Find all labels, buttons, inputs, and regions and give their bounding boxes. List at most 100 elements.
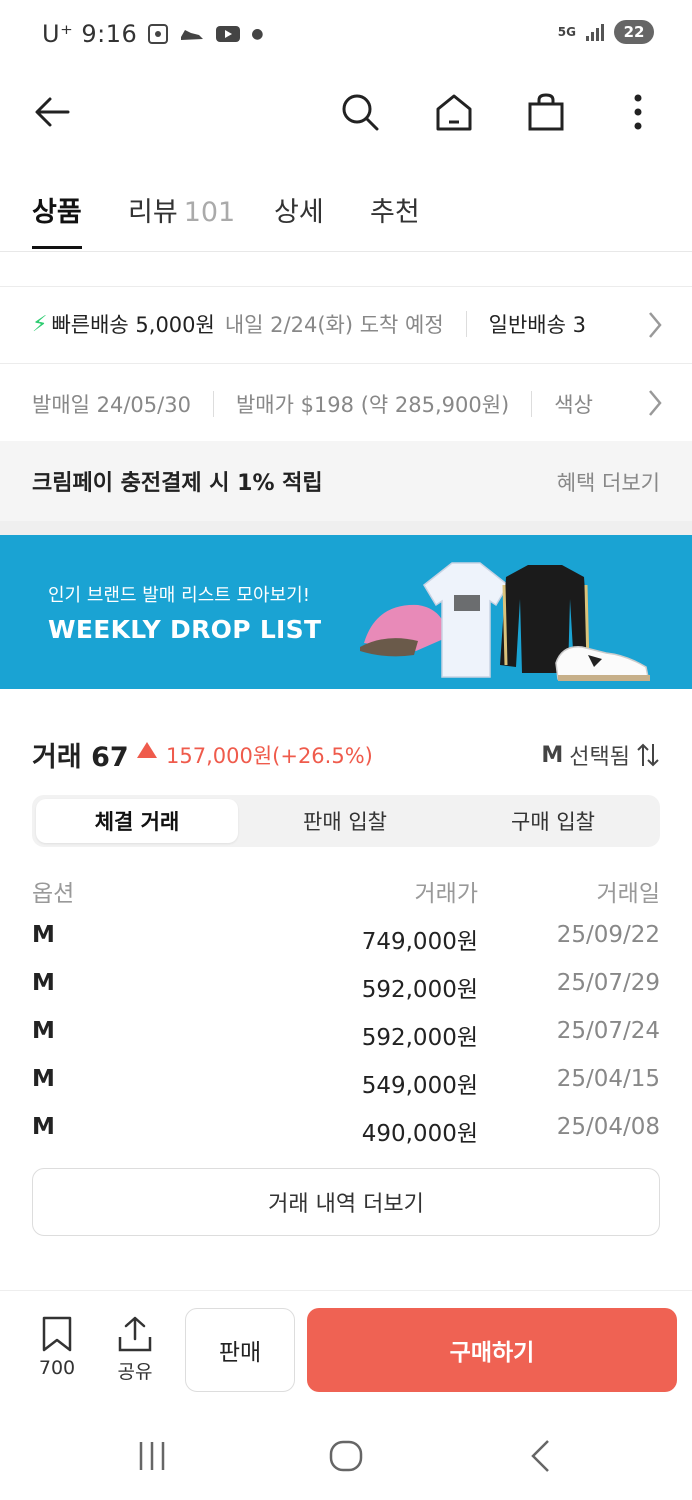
row-price: 549,000원 bbox=[361, 1073, 478, 1099]
tab-product[interactable]: 상품 bbox=[32, 190, 82, 249]
price-change: 157,000원(+26.5%) bbox=[166, 744, 373, 768]
segment-buy-bids[interactable]: 구매 입찰 bbox=[452, 799, 654, 843]
arrow-left-icon bbox=[35, 97, 70, 127]
row-option: M bbox=[32, 1066, 55, 1092]
release-info: 발매일 24/05/30 발매가 $198 (약 285,900원) 색상 bbox=[32, 389, 652, 419]
tab-details[interactable]: 상세 bbox=[274, 190, 324, 248]
home-button[interactable] bbox=[430, 88, 478, 136]
table-row: M 592,000원 25/07/24 bbox=[32, 1014, 660, 1062]
product-tabs: 상품 리뷰 101 상세 추천 bbox=[0, 180, 692, 252]
more-menu-button[interactable] bbox=[614, 88, 662, 136]
share-icon bbox=[118, 1316, 152, 1352]
section-divider bbox=[0, 521, 692, 535]
back-nav-button[interactable] bbox=[520, 1438, 560, 1474]
bookmark-button[interactable]: 700 bbox=[29, 1315, 85, 1379]
release-price: 발매가 $198 (약 285,900원) bbox=[235, 393, 510, 417]
share-label: 공유 bbox=[117, 1361, 153, 1383]
search-button[interactable] bbox=[336, 88, 384, 136]
status-bar: U⁺ 9:16 ● 5G 22 bbox=[0, 0, 692, 72]
row-date: 25/07/29 bbox=[556, 970, 660, 996]
sort-arrows-icon bbox=[637, 743, 659, 767]
row-date: 25/04/15 bbox=[556, 1066, 660, 1092]
tab-reviews[interactable]: 리뷰 101 bbox=[128, 190, 235, 248]
clock: 9:16 bbox=[81, 20, 138, 48]
pay-benefit-title: 크림페이 충전결제 시 1% 적립 bbox=[32, 471, 323, 496]
app-header bbox=[0, 72, 692, 152]
battery-icon: 22 bbox=[614, 20, 654, 44]
table-row: M 490,000원 25/04/08 bbox=[32, 1110, 660, 1158]
row-option: M bbox=[32, 1114, 55, 1140]
table-header: 옵션 거래가 거래일 bbox=[32, 870, 660, 918]
release-color: 색상 bbox=[554, 393, 593, 417]
lightning-icon: ⚡ bbox=[32, 311, 48, 337]
table-row: M 749,000원 25/09/22 bbox=[32, 918, 660, 966]
divider bbox=[212, 391, 214, 417]
status-time: U⁺ 9:16 bbox=[42, 20, 137, 48]
row-option: M bbox=[32, 1018, 55, 1044]
banner-subtitle: 인기 브랜드 발매 리스트 모아보기! bbox=[48, 585, 310, 606]
tab-recommend[interactable]: 추천 bbox=[370, 190, 420, 248]
signal-icon bbox=[586, 23, 604, 41]
release-date: 발매일 24/05/30 bbox=[32, 393, 191, 417]
row-date: 25/07/24 bbox=[556, 1018, 660, 1044]
banner-title: WEEKLY DROP LIST bbox=[48, 615, 322, 644]
home-icon bbox=[436, 94, 472, 131]
selected-size: M bbox=[541, 742, 564, 768]
more-trades-button[interactable]: 거래 내역 더보기 bbox=[32, 1168, 660, 1236]
more-vertical-icon bbox=[634, 94, 642, 130]
system-nav-bar bbox=[0, 1410, 692, 1500]
delivery-row[interactable]: ⚡ 빠른배송 5,000원 내일 2/24(화) 도착 예정 일반배송 3 bbox=[0, 286, 692, 364]
trade-type-segmented: 체결 거래 판매 입찰 구매 입찰 bbox=[32, 795, 660, 847]
status-right: 5G 22 bbox=[558, 20, 654, 44]
fast-delivery-label: 빠른배송 5,000원 bbox=[51, 313, 215, 337]
shoe-icon bbox=[181, 30, 204, 40]
bookmark-count: 700 bbox=[38, 1357, 76, 1379]
row-price: 490,000원 bbox=[361, 1121, 478, 1147]
tab-label: 상세 bbox=[274, 197, 324, 228]
row-date: 25/04/08 bbox=[556, 1114, 660, 1140]
segment-sell-bids[interactable]: 판매 입찰 bbox=[244, 799, 446, 843]
row-price: 592,000원 bbox=[361, 1025, 478, 1051]
share-button[interactable]: 공유 bbox=[107, 1315, 163, 1384]
tab-label: 추천 bbox=[370, 197, 420, 228]
buy-button[interactable]: 구매하기 bbox=[307, 1308, 677, 1392]
recent-apps-icon bbox=[139, 1442, 165, 1470]
row-option: M bbox=[32, 970, 55, 996]
chevron-left-icon bbox=[531, 1440, 549, 1472]
selected-text: 선택됨 bbox=[569, 745, 630, 770]
release-row[interactable]: 발매일 24/05/30 발매가 $198 (약 285,900원) 색상 bbox=[0, 365, 692, 441]
home-circle-icon bbox=[329, 1440, 363, 1472]
review-count: 101 bbox=[183, 197, 236, 228]
row-price: 592,000원 bbox=[361, 977, 478, 1003]
banner-products-image bbox=[360, 562, 650, 681]
sell-button[interactable]: 판매 bbox=[185, 1308, 295, 1392]
trades-table: 옵션 거래가 거래일 M 749,000원 25/09/22 M 592,000… bbox=[32, 870, 660, 1158]
table-row: M 549,000원 25/04/15 bbox=[32, 1062, 660, 1110]
trades-header: 거래 67 157,000원(+26.5%) M 선택됨 bbox=[32, 735, 660, 775]
table-row: M 592,000원 25/07/29 bbox=[32, 966, 660, 1014]
benefit-more-link[interactable]: 혜택 더보기 bbox=[557, 467, 660, 497]
col-option: 옵션 bbox=[32, 881, 75, 907]
home-nav-button[interactable] bbox=[326, 1438, 366, 1474]
col-date: 거래일 bbox=[596, 881, 660, 907]
bag-button[interactable] bbox=[522, 88, 570, 136]
back-button[interactable] bbox=[28, 88, 76, 136]
tab-label: 상품 bbox=[32, 197, 82, 228]
fast-delivery-eta: 내일 2/24(화) 도착 예정 bbox=[224, 313, 444, 337]
chevron-right-icon bbox=[649, 312, 662, 338]
shopping-bag-icon bbox=[528, 93, 564, 131]
size-selector[interactable]: M 선택됨 bbox=[541, 739, 660, 771]
row-date: 25/09/22 bbox=[556, 922, 660, 948]
segment-completed[interactable]: 체결 거래 bbox=[36, 799, 238, 843]
bookmark-icon bbox=[42, 1316, 72, 1352]
tab-label: 리뷰 bbox=[128, 197, 178, 228]
promo-banner[interactable]: 인기 브랜드 발매 리스트 모아보기! WEEKLY DROP LIST bbox=[0, 535, 692, 689]
recent-apps-button[interactable] bbox=[132, 1438, 172, 1474]
delivery-info: ⚡ 빠른배송 5,000원 내일 2/24(화) 도착 예정 일반배송 3 bbox=[32, 309, 652, 339]
screen-capture-icon bbox=[148, 24, 169, 44]
row-option: M bbox=[32, 922, 55, 948]
youtube-icon bbox=[216, 26, 241, 42]
divider bbox=[465, 311, 467, 337]
kream-pay-row: 크림페이 충전결제 시 1% 적립 혜택 더보기 bbox=[0, 441, 692, 521]
carrier-label: U⁺ bbox=[42, 20, 74, 48]
